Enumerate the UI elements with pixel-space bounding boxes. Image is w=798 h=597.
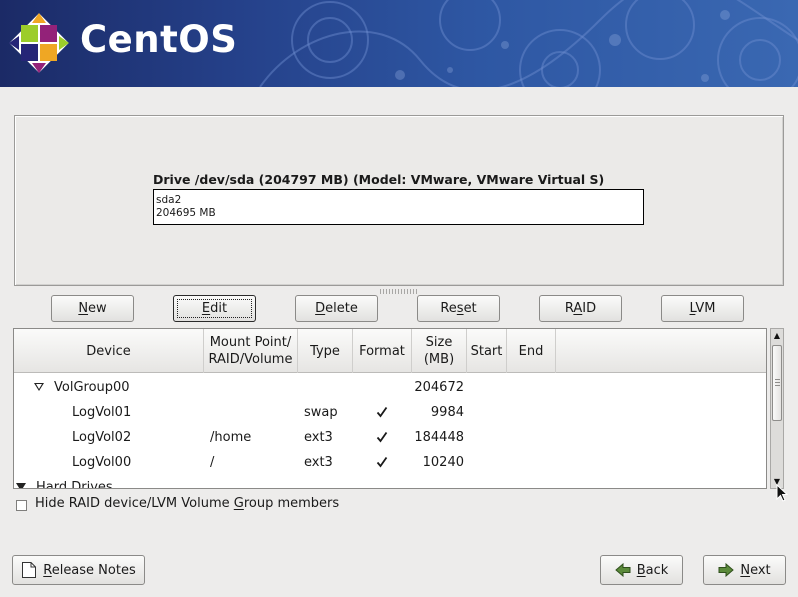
button-label: Reset xyxy=(440,301,477,316)
arrow-left-icon xyxy=(614,563,631,577)
centos-logo-icon xyxy=(9,13,69,73)
mouse-pointer-icon xyxy=(776,484,788,502)
release-notes-mnemonic: R xyxy=(43,562,52,578)
device-cell: LogVol00 xyxy=(72,455,132,470)
label-mnemonic: G xyxy=(233,496,244,511)
header-banner: CentOS xyxy=(0,0,798,87)
column-header-text: Mount Point/RAID/Volume xyxy=(208,335,293,367)
type-cell: swap xyxy=(304,405,338,420)
button-label: Delete xyxy=(315,301,358,316)
next-button[interactable]: Next xyxy=(703,555,786,585)
release-notes-text: elease Notes xyxy=(51,562,136,578)
next-mnemonic: N xyxy=(740,562,751,578)
column-header-start[interactable]: Start xyxy=(467,329,507,373)
table-row[interactable]: LogVol02/home ext3 184448 xyxy=(14,425,766,450)
drive-title: Drive /dev/sda (204797 MB) (Model: VMwar… xyxy=(153,172,605,187)
triangle-down-icon[interactable] xyxy=(16,483,26,488)
label-text-a: Hide RAID device/LVM Volume xyxy=(35,496,234,511)
device-cell: Hard Drives xyxy=(36,480,113,489)
back-text: ack xyxy=(645,562,669,578)
lvm-button[interactable]: LVM xyxy=(661,295,744,322)
partition-block-sda2[interactable]: sda2 204695 MB xyxy=(153,189,644,225)
next-text: ext xyxy=(750,562,771,578)
hide-members-checkbox[interactable] xyxy=(16,500,27,511)
column-header-type[interactable]: Type xyxy=(298,329,353,373)
column-header-end[interactable]: End xyxy=(507,329,556,373)
scroll-grip xyxy=(775,379,780,386)
table-row[interactable]: LogVol01 swap 9984 xyxy=(14,400,766,425)
scroll-thumb[interactable] xyxy=(772,345,782,421)
column-header-text: Device xyxy=(86,343,131,359)
partition-name: sda2 xyxy=(156,194,182,206)
checkmark-icon xyxy=(376,456,388,468)
checkmark-icon xyxy=(376,406,388,418)
column-header-mount-point[interactable]: Mount Point/RAID/Volume xyxy=(204,329,298,373)
arrow-right-icon xyxy=(718,563,735,577)
back-button[interactable]: Back xyxy=(600,555,683,585)
partition-tree[interactable]: Device Mount Point/RAID/Volume Type Format S… xyxy=(13,328,767,489)
column-header-text: End xyxy=(518,343,544,359)
column-header-text: Type xyxy=(310,343,340,359)
checkmark-icon xyxy=(376,431,388,443)
column-header-size[interactable]: Size (MB) xyxy=(412,329,467,373)
column-header-text: Start xyxy=(470,343,503,359)
mount-point-cell: /home xyxy=(210,430,252,445)
triangle-down-icon[interactable] xyxy=(34,383,44,391)
column-header-text: Format xyxy=(359,343,405,359)
back-mnemonic: B xyxy=(636,562,646,578)
button-label: Edit xyxy=(201,301,228,316)
partition-size: 204695 MB xyxy=(156,207,216,219)
table-row[interactable]: LogVol00 / ext3 10240 xyxy=(14,450,766,475)
table-row[interactable]: Hard Drives xyxy=(14,475,766,489)
release-notes-button[interactable]: Release Notes xyxy=(12,555,145,585)
table-row[interactable]: VolGroup00 204672 xyxy=(14,375,766,400)
reset-button[interactable]: Reset xyxy=(417,295,500,322)
hide-members-label[interactable]: Hide RAID device/LVM Volume Group member… xyxy=(35,496,339,511)
device-cell: LogVol01 xyxy=(72,405,132,420)
button-label: RAID xyxy=(564,301,597,316)
document-icon xyxy=(22,562,37,578)
device-cell: VolGroup00 xyxy=(54,380,130,395)
tree-scrollbar[interactable]: ▲ ▼ xyxy=(770,328,784,489)
column-header-device[interactable]: Device xyxy=(14,329,204,373)
delete-button[interactable]: Delete xyxy=(295,295,378,322)
size-cell: 184448 xyxy=(414,430,464,445)
size-cell: 10240 xyxy=(422,455,464,470)
type-cell: ext3 xyxy=(304,430,333,445)
raid-button[interactable]: RAID xyxy=(539,295,622,322)
label-text-b: roup members xyxy=(243,496,340,511)
column-header-text: Size (MB) xyxy=(423,335,455,367)
column-header-format[interactable]: Format xyxy=(353,329,412,373)
type-cell: ext3 xyxy=(304,455,333,470)
device-cell: LogVol02 xyxy=(72,430,132,445)
edit-button[interactable]: Edit xyxy=(173,295,256,322)
table-header: Device Mount Point/RAID/Volume Type Format S… xyxy=(14,329,766,373)
size-cell: 204672 xyxy=(414,380,464,395)
drive-panel: Drive /dev/sda (204797 MB) (Model: VMwar… xyxy=(14,115,784,286)
pane-resize-handle[interactable] xyxy=(380,289,418,294)
button-label: LVM xyxy=(689,301,716,316)
new-button[interactable]: New xyxy=(51,295,134,322)
scroll-up-arrow-icon[interactable]: ▲ xyxy=(772,330,782,341)
brand-name: CentOS xyxy=(80,18,238,61)
size-cell: 9984 xyxy=(430,405,464,420)
mount-point-cell: / xyxy=(210,455,215,470)
button-label: New xyxy=(78,301,107,316)
